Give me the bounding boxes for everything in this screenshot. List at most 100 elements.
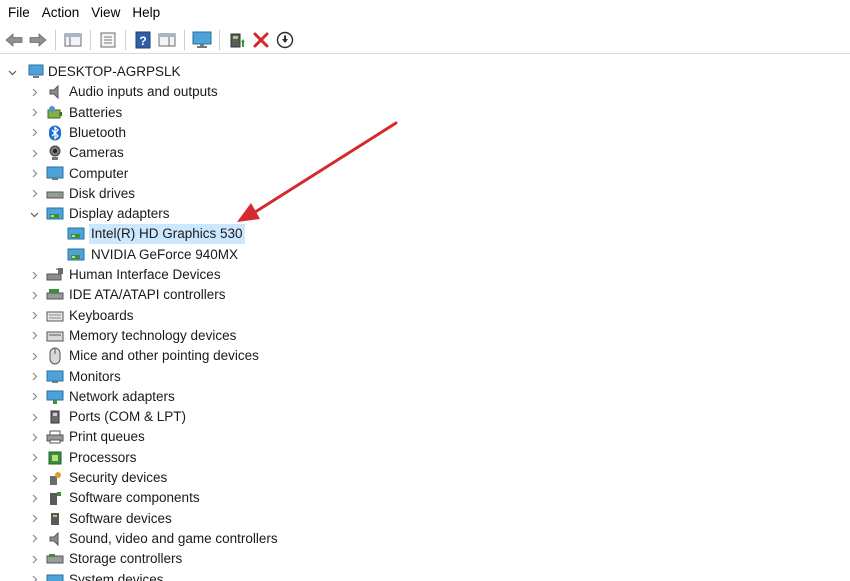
chevron-right-icon[interactable] — [28, 285, 40, 305]
chevron-right-icon[interactable] — [28, 407, 40, 427]
tree-item-storage-controllers[interactable]: Storage controllers — [0, 549, 850, 569]
tree-item-processors[interactable]: Processors — [0, 448, 850, 468]
computer-root-icon — [27, 63, 45, 81]
tree-item-ide-ata-atapi-controllers[interactable]: IDE ATA/ATAPI controllers — [0, 285, 850, 305]
menu-bar: File Action View Help — [0, 0, 850, 26]
disable-device-button[interactable] — [274, 29, 296, 51]
chevron-right-icon[interactable] — [28, 488, 40, 508]
chevron-right-icon[interactable] — [28, 387, 40, 407]
chevron-right-icon[interactable] — [28, 326, 40, 346]
tree-item-disk-drives[interactable]: Disk drives — [0, 184, 850, 204]
tree-item-system-devices[interactable]: System devices — [0, 570, 850, 581]
hid-icon — [46, 266, 64, 284]
chevron-right-icon[interactable] — [28, 103, 40, 123]
security-device-icon — [46, 469, 64, 487]
chevron-right-icon[interactable] — [28, 367, 40, 387]
toolbar-separator — [219, 29, 220, 50]
chevron-right-icon[interactable] — [28, 529, 40, 549]
memory-icon — [46, 327, 64, 345]
bluetooth-icon — [46, 124, 64, 142]
tree-item-print-queues[interactable]: Print queues — [0, 427, 850, 447]
chevron-down-icon[interactable] — [6, 62, 18, 82]
tree-item-intel-r-hd-graphics-530[interactable]: Intel(R) HD Graphics 530 — [0, 224, 850, 245]
help-button[interactable]: ? — [132, 29, 154, 51]
uninstall-device-button[interactable] — [250, 29, 272, 51]
tree-item-computer[interactable]: Computer — [0, 164, 850, 184]
tree-item-display-adapters[interactable]: Display adapters — [0, 204, 850, 224]
chevron-right-icon[interactable] — [28, 184, 40, 204]
chevron-right-icon[interactable] — [28, 265, 40, 285]
category-label: Software components — [69, 490, 200, 506]
chevron-right-icon[interactable] — [28, 570, 40, 581]
chevron-down-icon[interactable] — [28, 204, 40, 224]
speaker-icon — [46, 83, 64, 101]
menu-help[interactable]: Help — [126, 0, 166, 26]
chevron-right-icon[interactable] — [28, 549, 40, 569]
chevron-right-icon[interactable] — [28, 509, 40, 529]
category-label: Computer — [69, 165, 129, 181]
tree-item-ports-com-lpt[interactable]: Ports (COM & LPT) — [0, 407, 850, 427]
ide-controller-icon — [46, 286, 64, 304]
chevron-right-icon[interactable] — [28, 448, 40, 468]
tree-item-audio-inputs-and-outputs[interactable]: Audio inputs and outputs — [0, 82, 850, 102]
action-pane-icon — [158, 33, 176, 46]
software-component-icon — [46, 489, 64, 507]
tree-item-keyboards[interactable]: Keyboards — [0, 306, 850, 326]
chevron-right-icon[interactable] — [28, 123, 40, 143]
category-label: Software devices — [69, 510, 172, 526]
tree-item-sound-video-and-game-controllers[interactable]: Sound, video and game controllers — [0, 529, 850, 549]
update-driver-icon — [230, 33, 245, 47]
category-label: Cameras — [69, 145, 124, 161]
category-label: Memory technology devices — [69, 327, 237, 343]
camera-icon — [46, 144, 64, 162]
category-label: Network adapters — [69, 388, 175, 404]
toolbar-separator — [125, 29, 126, 50]
category-label: Storage controllers — [69, 551, 183, 567]
tree-item-cameras[interactable]: Cameras — [0, 143, 850, 163]
chevron-right-icon[interactable] — [28, 346, 40, 366]
tree-item-software-devices[interactable]: Software devices — [0, 509, 850, 529]
tree-item-bluetooth[interactable]: Bluetooth — [0, 123, 850, 143]
category-label: Print queues — [69, 429, 145, 445]
menu-action[interactable]: Action — [36, 0, 86, 26]
console-tree-icon — [64, 33, 82, 46]
tree-item-security-devices[interactable]: Security devices — [0, 468, 850, 488]
tree-item-network-adapters[interactable]: Network adapters — [0, 387, 850, 407]
chevron-right-icon[interactable] — [28, 82, 40, 102]
category-label: Batteries — [69, 104, 123, 120]
sound-controller-icon — [46, 530, 64, 548]
chevron-right-icon[interactable] — [28, 468, 40, 488]
tree-item-batteries[interactable]: Batteries — [0, 103, 850, 123]
forward-button[interactable] — [27, 29, 49, 51]
mouse-icon — [46, 347, 64, 365]
chevron-right-icon[interactable] — [28, 143, 40, 163]
system-device-icon — [46, 571, 64, 581]
computer-name-label: DESKTOP-AGRPSLK — [48, 64, 181, 79]
menu-file[interactable]: File — [2, 0, 36, 26]
computer-icon — [46, 165, 64, 183]
chevron-right-icon[interactable] — [28, 427, 40, 447]
software-device-icon — [46, 510, 64, 528]
battery-icon — [46, 104, 64, 122]
category-label: Processors — [69, 449, 137, 465]
back-button[interactable] — [3, 29, 25, 51]
menu-view[interactable]: View — [85, 0, 126, 26]
category-label: Human Interface Devices — [69, 267, 221, 282]
tree-item-nvidia-geforce-940mx[interactable]: NVIDIA GeForce 940MX — [0, 245, 850, 265]
category-label: Mice and other pointing devices — [69, 348, 259, 364]
printer-icon — [46, 428, 64, 446]
update-driver-button[interactable] — [226, 29, 248, 51]
action-pane-button[interactable] — [156, 29, 178, 51]
tree-root-computer[interactable]: DESKTOP-AGRPSLK — [0, 62, 850, 82]
scan-hardware-button[interactable] — [191, 29, 213, 51]
show-hide-console-tree-button[interactable] — [62, 29, 84, 51]
tree-item-monitors[interactable]: Monitors — [0, 367, 850, 387]
properties-button[interactable] — [97, 29, 119, 51]
tree-item-software-components[interactable]: Software components — [0, 488, 850, 508]
chevron-right-icon[interactable] — [28, 306, 40, 326]
tree-item-memory-technology-devices[interactable]: Memory technology devices — [0, 326, 850, 346]
tree-item-mice-and-other-pointing-devices[interactable]: Mice and other pointing devices — [0, 346, 850, 366]
toolbar-separator — [90, 29, 91, 50]
chevron-right-icon[interactable] — [28, 164, 40, 184]
tree-item-human-interface-devices[interactable]: Human Interface Devices — [0, 265, 850, 285]
